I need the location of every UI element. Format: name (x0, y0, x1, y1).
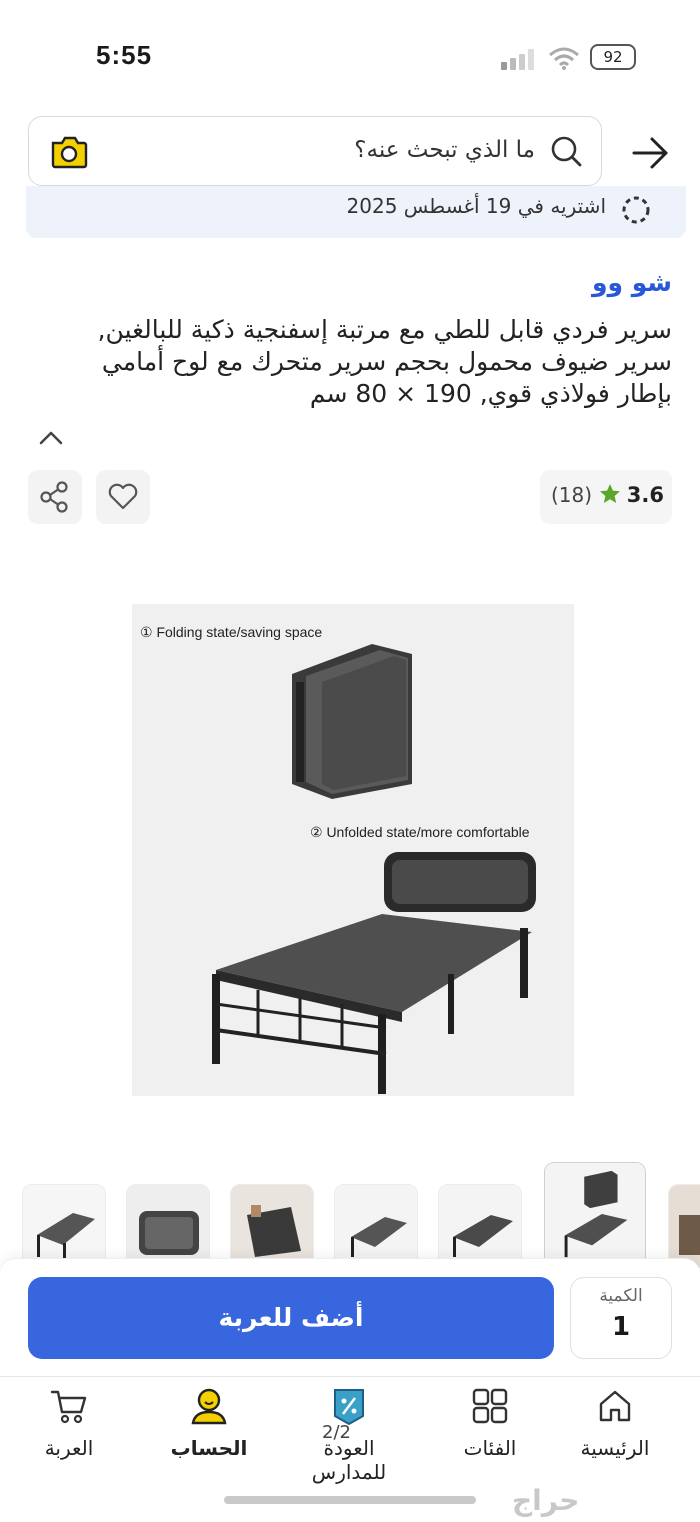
search-placeholder: ما الذي تبحث عنه؟ (354, 137, 535, 163)
product-main-image[interactable]: ① Folding state/saving space ② Unfolded … (132, 604, 574, 1096)
thumbnail-bed-image (231, 1185, 313, 1267)
home-icon (599, 1390, 631, 1422)
thumbnail-bed-image (127, 1185, 209, 1267)
product-thumbnail[interactable] (230, 1184, 314, 1268)
rating-value: 3.6 (626, 483, 664, 507)
nav-label-home: الرئيسية (580, 1436, 650, 1460)
product-thumbnail[interactable] (126, 1184, 210, 1268)
nav-item-categories[interactable]: الفئات (425, 1382, 555, 1472)
camera-search-icon[interactable] (49, 133, 89, 171)
product-page: 5:55 92 ما الذي تبحث عنه؟ اشتريه في 19 أ… (0, 0, 700, 1522)
nav-item-cart[interactable]: العربة (4, 1382, 134, 1472)
battery-indicator: 92 (590, 44, 636, 70)
product-title: سرير فردي قابل للطي مع مرتبة إسفنجية ذكي… (97, 315, 672, 408)
thumbnail-bed-image (669, 1185, 700, 1267)
search-input[interactable]: ما الذي تبحث عنه؟ (28, 116, 602, 186)
nav-item-account[interactable]: الحساب (144, 1382, 274, 1472)
product-thumbnail[interactable] (334, 1184, 418, 1268)
discount-tag-icon (334, 1389, 364, 1426)
image-page-indicator: 2/2 (322, 1422, 351, 1443)
haraj-watermark: حراج (512, 1484, 580, 1517)
status-time: 5:55 (96, 40, 153, 70)
add-to-cart-button[interactable]: أضف للعربة (28, 1277, 554, 1359)
nav-label-back-to-school: العودة للمدارس (311, 1436, 387, 1484)
search-icon (551, 136, 582, 167)
grid-icon (472, 1388, 508, 1424)
product-thumbnail[interactable] (668, 1184, 700, 1268)
rating-summary[interactable]: 3.6 (18) (540, 470, 672, 524)
quantity-label: الكمية (599, 1286, 643, 1306)
caption-unfolded: ② Unfolded state/more comfortable (310, 824, 530, 840)
star-icon (600, 484, 620, 503)
nav-item-home[interactable]: الرئيسية (550, 1382, 680, 1472)
thumbnail-bed-image (335, 1185, 417, 1267)
delivery-date: اشتريه في 19 أغسطس 2025 (346, 194, 606, 218)
folded-bed-illustration (292, 644, 412, 799)
status-bar: 5:55 92 (0, 0, 700, 110)
review-count: (18) (550, 483, 592, 507)
heart-icon (108, 483, 138, 510)
cart-icon (50, 1390, 87, 1424)
nav-label-categories: الفئات (463, 1436, 517, 1460)
account-icon (191, 1388, 227, 1425)
thumbnail-bed-image (23, 1185, 105, 1267)
product-thumbnail[interactable] (438, 1184, 522, 1268)
unfolded-bed-illustration (212, 852, 536, 1094)
product-thumbnail[interactable] (22, 1184, 106, 1268)
brand-link[interactable]: شو وو (592, 268, 672, 297)
chevron-up-icon[interactable] (38, 428, 64, 448)
nav-label-cart: العربة (44, 1436, 94, 1460)
quantity-value: 1 (611, 1312, 631, 1342)
thumbnail-bed-image (545, 1163, 645, 1267)
thumbnail-bed-image (439, 1185, 521, 1267)
product-thumbnail-selected[interactable] (544, 1162, 646, 1268)
quantity-selector[interactable]: الكمية 1 (570, 1277, 672, 1359)
share-icon (40, 481, 68, 513)
nav-label-account: الحساب (170, 1436, 248, 1460)
favorite-button[interactable] (96, 470, 150, 524)
back-arrow-icon[interactable] (630, 134, 670, 172)
delivery-banner: اشتريه في 19 أغسطس 2025 (26, 186, 686, 238)
home-indicator[interactable] (224, 1496, 476, 1504)
wifi-icon (549, 47, 579, 70)
loading-clock-icon (622, 196, 650, 224)
cellular-signal-icon (501, 49, 534, 70)
share-button[interactable] (28, 470, 82, 524)
